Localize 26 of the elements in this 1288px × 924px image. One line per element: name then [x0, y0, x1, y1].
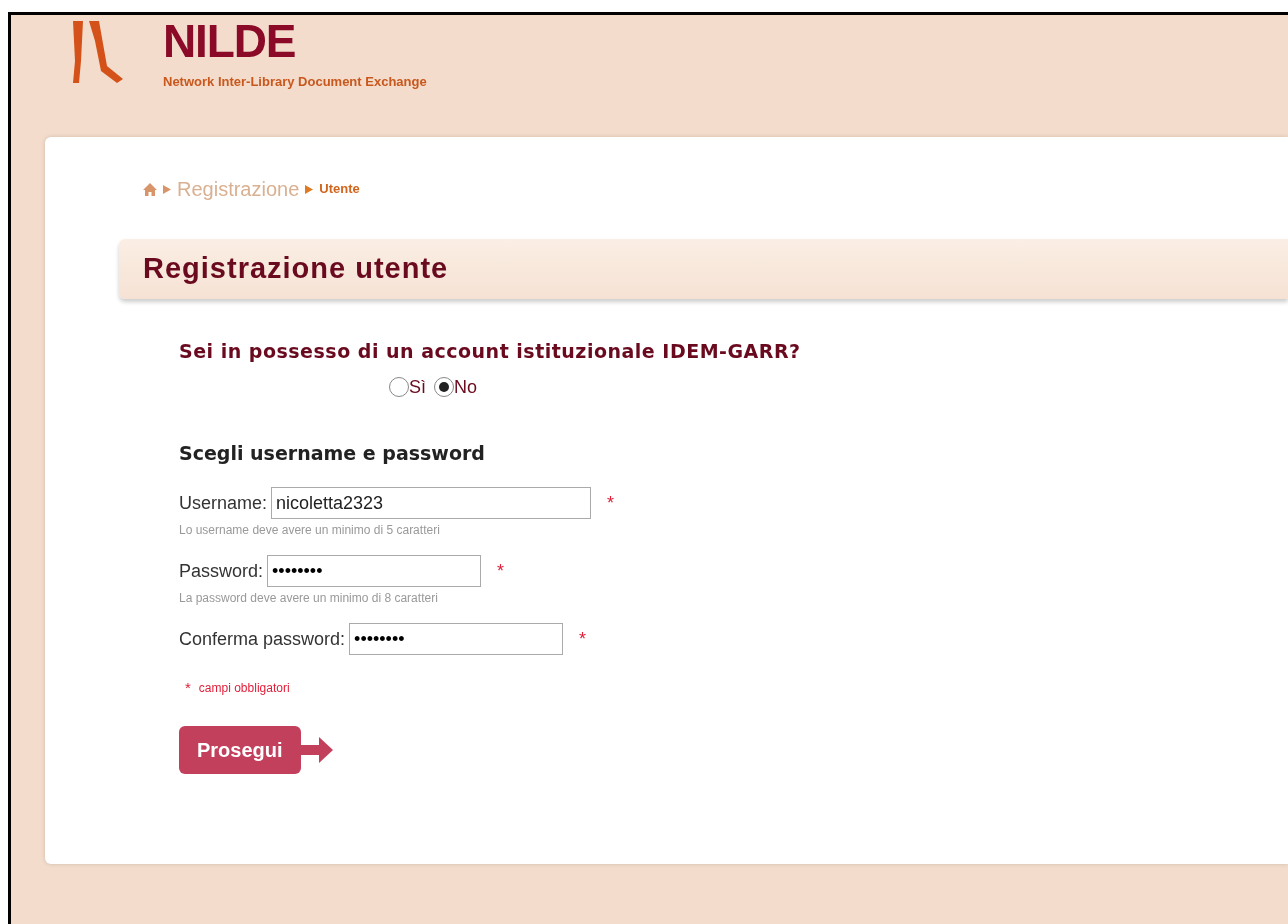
breadcrumb-current: Utente — [319, 180, 360, 199]
question-text: Sei in possesso di un account istituzionale IDEM-GARR? — [179, 339, 802, 364]
required-asterisk: * — [185, 678, 191, 698]
required-asterisk: * — [607, 491, 615, 515]
field-hint: Lo username deve avere un minimo di 5 caratteri — [179, 522, 441, 539]
field-label: Conferma password: — [179, 627, 346, 651]
triangle-icon — [163, 184, 171, 194]
required-note: campi obbligatori — [198, 680, 290, 698]
page-heading: Registrazione utente — [143, 251, 449, 287]
section-title: Scegli username e password — [179, 440, 486, 466]
logo-title: NILDE — [163, 17, 297, 64]
field-hint: La password deve avere un minimo di 8 caratteri — [179, 590, 439, 607]
continue-button[interactable]: Prosegui — [179, 725, 301, 774]
arrow-icon — [300, 736, 333, 763]
input-field[interactable]: •••••••• — [267, 555, 482, 587]
logo-subtitle: Network Inter-Library Document Exchange — [163, 72, 427, 91]
field-label: Password: — [179, 559, 264, 583]
required-asterisk: * — [497, 559, 505, 583]
triangle-icon — [305, 184, 314, 194]
radio-option[interactable]: Sì — [389, 373, 426, 401]
input-field[interactable]: •••••••• — [349, 623, 564, 655]
required-asterisk: * — [579, 627, 587, 651]
field-label: Username: — [179, 491, 268, 515]
home-icon[interactable] — [143, 182, 157, 196]
radio-option[interactable]: No — [434, 373, 478, 401]
input-field[interactable]: nicoletta2323 — [271, 487, 592, 519]
